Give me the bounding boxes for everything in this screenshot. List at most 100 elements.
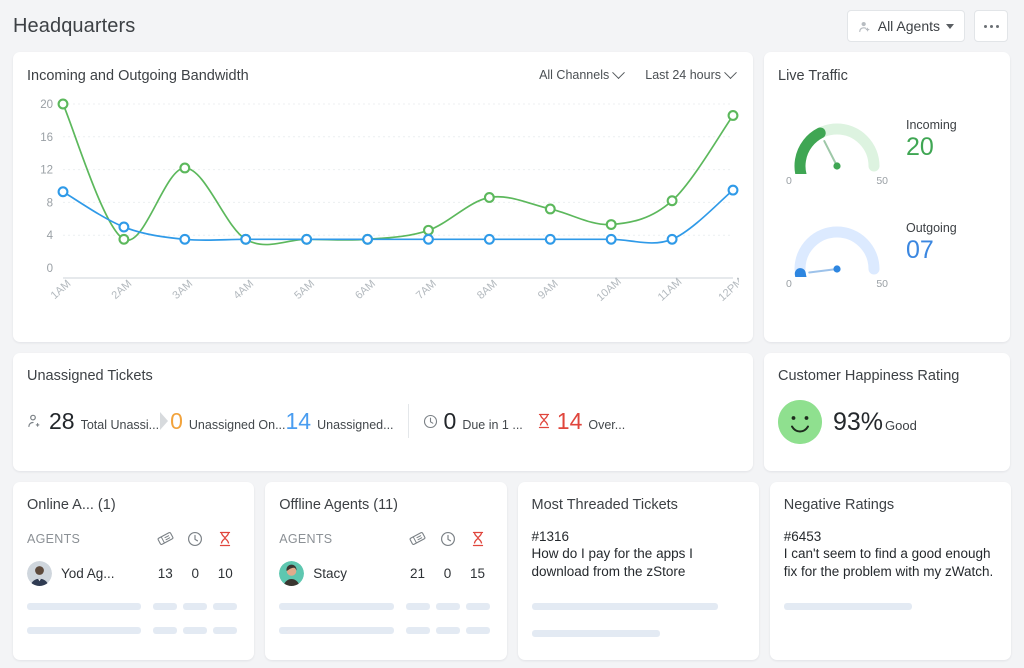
live-traffic-title: Live Traffic xyxy=(778,68,996,84)
most-threaded-title: Most Threaded Tickets xyxy=(532,497,745,513)
placeholder-bar xyxy=(466,627,490,634)
placeholder-bar xyxy=(436,627,460,634)
x-axis-tick-label: 9AM xyxy=(536,278,561,302)
placeholder-bar xyxy=(27,627,141,634)
chart-point-outgoing xyxy=(363,235,372,244)
most-threaded-tickets-card: Most Threaded Tickets #1316 How do I pay… xyxy=(518,482,759,660)
channel-filter[interactable]: All Channels xyxy=(539,68,623,82)
chart-point-incoming xyxy=(424,226,433,235)
gauge-outgoing: 0 50 Outgoing 07 xyxy=(778,195,996,290)
avatar xyxy=(279,561,304,586)
agent-due-count: 0 xyxy=(433,566,463,581)
gauge-min-label: 0 xyxy=(786,175,792,187)
placeholder-bar xyxy=(406,603,430,610)
list-item[interactable]: Yod Ag... 13 0 10 xyxy=(27,561,240,586)
time-range-label: Last 24 hours xyxy=(645,68,721,82)
header-actions: All Agents xyxy=(847,10,1008,42)
gauge-min-label: 0 xyxy=(786,278,792,290)
y-axis-tick-label: 16 xyxy=(40,132,53,144)
smiley-face-icon xyxy=(778,400,822,444)
channel-filter-label: All Channels xyxy=(539,68,609,82)
agent-due-count: 0 xyxy=(180,566,210,581)
placeholder-bar xyxy=(466,603,490,610)
chart-point-incoming xyxy=(120,235,129,244)
all-agents-dropdown[interactable]: All Agents xyxy=(847,10,965,42)
chart-point-outgoing xyxy=(668,235,677,244)
y-axis-tick-label: 12 xyxy=(40,165,53,177)
online-agents-col-label: AGENTS xyxy=(27,532,150,546)
agent-ticket-count: 21 xyxy=(403,566,433,581)
chart-point-incoming xyxy=(485,193,494,202)
happiness-percent: 93% xyxy=(833,408,883,437)
negative-ratings-card: Negative Ratings #6453 I can't seem to f… xyxy=(770,482,1011,660)
time-range-filter[interactable]: Last 24 hours xyxy=(645,68,735,82)
placeholder-bar xyxy=(406,627,430,634)
x-axis-tick-label: 3AM xyxy=(170,278,195,302)
gauge-incoming-dial: 0 50 xyxy=(778,92,896,187)
stat-unassigned-online-label: Unassigned On... xyxy=(189,418,286,432)
gauge-arc-incoming xyxy=(778,92,896,174)
placeholder-bar xyxy=(436,603,460,610)
happiness-card: Customer Happiness Rating 93% Good xyxy=(764,353,1010,471)
list-item[interactable]: Stacy 21 0 15 xyxy=(279,561,492,586)
offline-agents-col-label: AGENTS xyxy=(279,532,402,546)
stat-overdue[interactable]: 14 Over... xyxy=(537,410,625,433)
page-header: Headquarters All Agents xyxy=(0,0,1024,52)
chart-point-outgoing xyxy=(485,235,494,244)
stat-unassigned-other-value: 14 xyxy=(286,410,312,433)
bandwidth-filters: All Channels Last 24 hours xyxy=(539,68,739,82)
stat-overdue-label: Over... xyxy=(588,418,625,432)
hourglass-icon xyxy=(463,531,493,547)
more-options-button[interactable] xyxy=(974,10,1008,42)
more-dot xyxy=(984,25,987,28)
placeholder-row xyxy=(279,603,492,610)
x-axis-tick-label: 11AM xyxy=(656,276,685,304)
placeholder-bar xyxy=(532,630,660,637)
happiness-word: Good xyxy=(885,418,917,433)
chart-point-outgoing xyxy=(241,235,250,244)
clock-icon xyxy=(433,531,463,547)
unassigned-stats-row: 28 Total Unassi... 0 Unassigned On... 14… xyxy=(27,404,739,438)
gauge-incoming: 0 50 Incoming 20 xyxy=(778,92,996,187)
stat-unassigned-online[interactable]: 0 Unassigned On... xyxy=(170,410,285,433)
placeholder-bar xyxy=(279,627,393,634)
chart-point-incoming xyxy=(729,111,738,120)
avatar xyxy=(27,561,52,586)
stat-total-unassigned[interactable]: 28 Total Unassi... xyxy=(27,410,159,433)
hourglass-icon xyxy=(210,531,240,547)
chart-point-incoming xyxy=(607,220,616,229)
chart-point-outgoing xyxy=(120,223,129,232)
online-agents-header: AGENTS xyxy=(27,530,240,547)
bandwidth-chart: 0481216201AM2AM3AM4AM5AM6AM7AM8AM9AM10AM… xyxy=(27,96,739,332)
gauge-outgoing-value: 07 xyxy=(906,236,957,265)
agent-ticket-count: 13 xyxy=(150,566,180,581)
stat-unassigned-other[interactable]: 14 Unassigned... xyxy=(286,410,394,433)
chart-point-outgoing xyxy=(424,235,433,244)
placeholder-bar xyxy=(183,627,207,634)
gauge-outgoing-name: Outgoing xyxy=(906,221,957,235)
stats-divider xyxy=(408,404,409,438)
gauge-incoming-text: Incoming 20 xyxy=(906,118,957,162)
ticket-subject[interactable]: I can't seem to find a good enough fix f… xyxy=(784,545,997,581)
stat-due-in-1-hour-label: Due in 1 ... xyxy=(462,418,522,432)
stat-total-unassigned-label: Total Unassi... xyxy=(81,418,160,432)
x-axis-tick-label: 8AM xyxy=(475,278,500,302)
chart-point-outgoing xyxy=(546,235,555,244)
clock-icon xyxy=(180,531,210,547)
clock-icon xyxy=(423,414,438,429)
chart-point-incoming xyxy=(668,196,677,205)
stat-due-in-1-hour[interactable]: 0 Due in 1 ... xyxy=(423,410,523,433)
ticket-id[interactable]: #1316 xyxy=(532,529,745,544)
ticket-subject[interactable]: How do I pay for the apps I download fro… xyxy=(532,545,745,581)
chevron-down-icon xyxy=(612,66,625,79)
x-axis-tick-label: 1AM xyxy=(49,278,74,302)
page-title: Headquarters xyxy=(13,15,135,38)
placeholder-bar xyxy=(213,603,237,610)
placeholder-bar xyxy=(183,603,207,610)
chart-point-incoming xyxy=(546,205,555,214)
offline-agents-card: Offline Agents (11) AGENTS xyxy=(265,482,506,660)
ticket-id[interactable]: #6453 xyxy=(784,529,997,544)
agent-name: Yod Ag... xyxy=(61,566,150,581)
agent-name: Stacy xyxy=(313,566,402,581)
live-traffic-card: Live Traffic 0 50 xyxy=(764,52,1010,342)
